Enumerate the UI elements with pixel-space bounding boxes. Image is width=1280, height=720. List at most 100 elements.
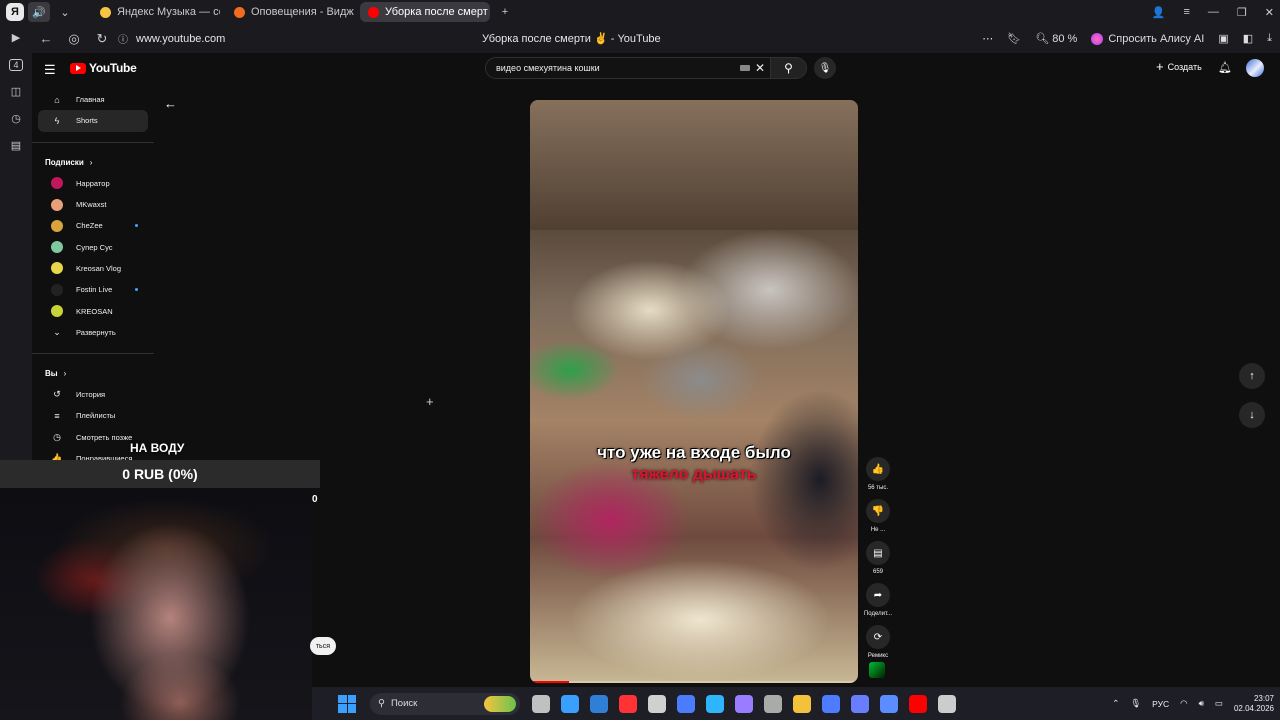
you-item-label: Плейлисты bbox=[76, 411, 116, 421]
action-label: 659 bbox=[872, 569, 883, 575]
expand-subscriptions[interactable]: ⌄ Развернуть bbox=[38, 322, 148, 343]
you-item[interactable]: ↺ История bbox=[38, 384, 148, 405]
shorts-icon: ϟ bbox=[54, 115, 60, 126]
menu-icon[interactable]: ≡ bbox=[1183, 6, 1189, 18]
new-content-dot bbox=[135, 288, 138, 292]
taskbar-app-icon[interactable] bbox=[619, 694, 637, 713]
subscription-item[interactable]: CheZee bbox=[38, 215, 148, 236]
volume-icon[interactable]: 🔊︎ bbox=[1199, 698, 1204, 709]
hamburger-menu-icon[interactable]: ☰ bbox=[44, 62, 56, 78]
browser-logo-icon[interactable]: Я bbox=[6, 3, 24, 21]
taskbar-app-icon[interactable] bbox=[561, 694, 579, 713]
clear-search-icon[interactable]: ✕ bbox=[755, 61, 765, 75]
back-icon[interactable]: ← bbox=[32, 31, 60, 46]
keyboard-icon[interactable] bbox=[740, 65, 750, 71]
voice-search-button[interactable]: 🎙︎ bbox=[814, 57, 836, 79]
taskbar-app-icon[interactable] bbox=[677, 694, 695, 713]
subscriptions-header[interactable]: Подписки › bbox=[32, 153, 154, 173]
mic-icon[interactable]: 🎙︎ bbox=[1130, 698, 1141, 709]
subscribe-pill[interactable]: ться bbox=[310, 637, 336, 655]
new-tab-button[interactable]: + bbox=[494, 2, 516, 22]
back-arrow-icon[interactable]: ← bbox=[164, 96, 177, 111]
you-header[interactable]: Вы › bbox=[32, 364, 154, 384]
tab-count-badge[interactable]: 4 bbox=[0, 51, 32, 78]
subscription-item[interactable]: Супер Сус bbox=[38, 236, 148, 257]
tabs-dropdown-icon[interactable]: ⌄ bbox=[54, 2, 76, 22]
browser-tab[interactable]: Яндекс Музыка — собир bbox=[92, 2, 220, 22]
notes-icon[interactable]: ▤ bbox=[0, 132, 32, 159]
comments-button[interactable]: ▤ 659 bbox=[861, 541, 895, 583]
history-icon[interactable]: ◷ bbox=[0, 105, 32, 132]
clock[interactable]: 23:07 02.04.2026 bbox=[1234, 694, 1274, 714]
windows-start-icon[interactable] bbox=[338, 694, 356, 713]
sidebar-item-home[interactable]: ⌂ Главная bbox=[38, 89, 148, 110]
tab-label: Оповещения - Виджеты bbox=[251, 6, 354, 18]
subscription-item[interactable]: Kreosan Vlog bbox=[38, 258, 148, 279]
sound-icon[interactable]: 🔊 bbox=[28, 2, 50, 22]
protect-icon[interactable]: ◎ bbox=[60, 31, 88, 47]
channel-avatar bbox=[51, 219, 63, 232]
next-short-button[interactable]: ↓ bbox=[1239, 402, 1265, 428]
you-item[interactable]: ≡ Плейлисты bbox=[38, 405, 148, 426]
browser-tab[interactable]: Оповещения - Виджеты bbox=[226, 2, 354, 22]
bookmark-icon[interactable]: 🔖︎ bbox=[1007, 32, 1021, 45]
zoom-indicator[interactable]: 🔍︎ 80 % bbox=[1035, 32, 1077, 45]
taskbar-app-icon[interactable] bbox=[648, 694, 666, 713]
taskbar-app-icon[interactable] bbox=[793, 694, 811, 713]
taskbar-app-icon[interactable] bbox=[764, 694, 782, 713]
taskbar-app-icon[interactable] bbox=[590, 694, 608, 713]
taskbar-app-icon[interactable] bbox=[822, 694, 840, 713]
collections-icon[interactable]: ◧ bbox=[1243, 32, 1253, 45]
downloads-icon[interactable]: ⤓ bbox=[1267, 32, 1272, 45]
taskbar-app-icon[interactable] bbox=[706, 694, 724, 713]
reload-icon[interactable]: ↻ bbox=[88, 31, 116, 47]
previous-short-button[interactable]: ↑ bbox=[1239, 363, 1265, 389]
screenshot-icon[interactable]: ◫ bbox=[0, 78, 32, 105]
notifications-bell-icon[interactable]: 🔔︎ bbox=[1218, 61, 1232, 74]
subscription-item[interactable]: KREOSAN bbox=[38, 300, 148, 321]
url-text[interactable]: www.youtube.com bbox=[136, 33, 225, 45]
more-icon[interactable]: ⋯ bbox=[982, 32, 993, 45]
maximize-button[interactable]: ❐ bbox=[1237, 6, 1247, 19]
share-button[interactable]: ➦ Поделит... bbox=[861, 583, 895, 625]
subscription-item[interactable]: Нарратор bbox=[38, 173, 148, 194]
browser-tab[interactable]: Уборка после смерт🔊︎✕ bbox=[360, 2, 490, 22]
short-actions: 👍 56 тыс. 👎 Не ... ▤ 659 ➦ Поделит... ⟳ Ремикс bbox=[861, 457, 895, 667]
youtube-logo[interactable]: YouTube bbox=[70, 61, 137, 75]
taskbar-app-icon[interactable] bbox=[938, 694, 956, 713]
dislike-button[interactable]: 👎 Не ... bbox=[861, 499, 895, 541]
battery-icon[interactable]: ▭ bbox=[1215, 698, 1223, 709]
subscription-item[interactable]: MKwaxst bbox=[38, 194, 148, 215]
wifi-icon[interactable]: ◠ bbox=[1180, 698, 1187, 709]
action-label: 56 тыс. bbox=[867, 485, 889, 491]
search-button[interactable]: ⚲ bbox=[771, 57, 807, 79]
language-indicator[interactable]: РУС bbox=[1152, 699, 1169, 709]
search-input[interactable]: видео смехуятина кошки ✕ bbox=[485, 57, 771, 79]
subscription-item[interactable]: Fostin Live bbox=[38, 279, 148, 300]
channel-avatar bbox=[51, 241, 63, 254]
taskbar-app-icon[interactable] bbox=[851, 694, 869, 713]
video-progress-bar[interactable] bbox=[530, 681, 858, 683]
profile-icon[interactable]: 👤 bbox=[1152, 6, 1166, 19]
sound-thumbnail[interactable] bbox=[869, 662, 885, 678]
taskbar-app-icon[interactable] bbox=[532, 694, 550, 713]
taskbar-app-icon[interactable] bbox=[735, 694, 753, 713]
minimize-button[interactable]: — bbox=[1208, 6, 1219, 18]
avatar[interactable] bbox=[1246, 59, 1264, 77]
extension-icon[interactable]: ▣ bbox=[1218, 32, 1228, 45]
remix-button[interactable]: ⟳ Ремикс bbox=[861, 625, 895, 667]
play-icon[interactable]: ▶ bbox=[0, 24, 32, 51]
like-button[interactable]: 👍 56 тыс. bbox=[861, 457, 895, 499]
sidebar-item-shorts[interactable]: ϟ Shorts bbox=[38, 110, 148, 132]
browser-tab-bar: Я 🔊 ⌄ Яндекс Музыка — собир Оповещения - … bbox=[0, 0, 1280, 24]
info-icon[interactable]: ⓘ bbox=[116, 31, 130, 46]
tray-chevron-icon[interactable]: ⌃ bbox=[1112, 698, 1119, 709]
channel-avatar bbox=[51, 305, 63, 318]
close-window-button[interactable]: ✕ bbox=[1265, 6, 1274, 19]
alice-button[interactable]: Спросить Алису AI bbox=[1091, 32, 1204, 45]
taskbar-app-icon[interactable] bbox=[909, 694, 927, 713]
taskbar-search[interactable]: ⚲ Поиск bbox=[370, 692, 520, 715]
taskbar-app-icon[interactable] bbox=[880, 694, 898, 713]
short-video-player[interactable]: что уже на входе было тяжело дышать bbox=[530, 100, 858, 683]
create-button[interactable]: + Создать bbox=[1156, 60, 1202, 73]
